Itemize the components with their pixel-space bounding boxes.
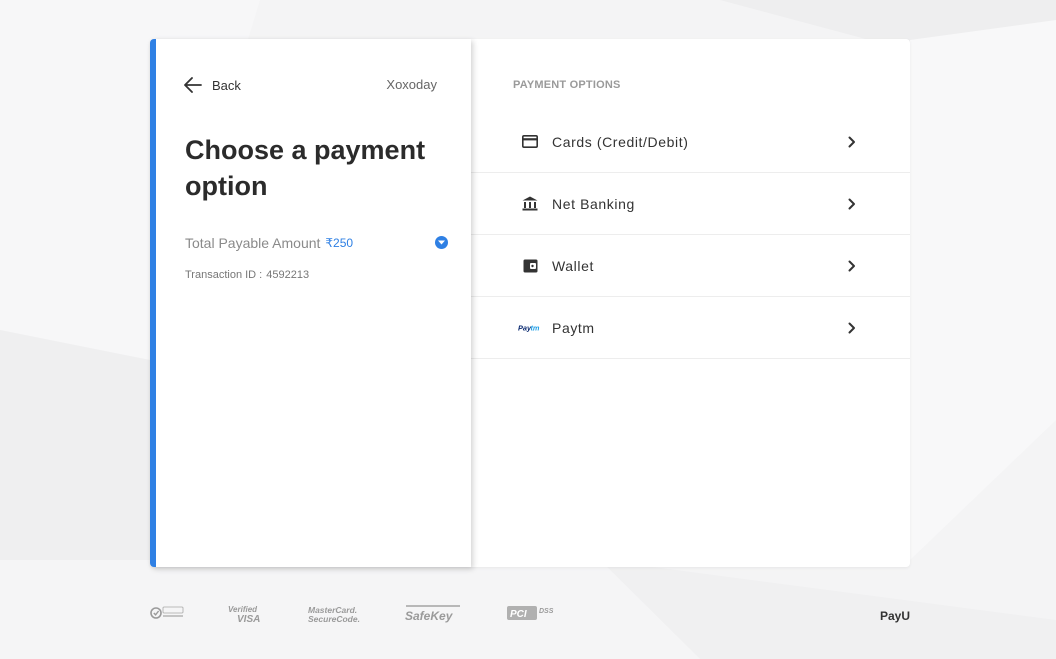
back-label: Back	[212, 77, 241, 93]
transaction-id: Transaction ID :4592213	[185, 269, 309, 281]
svg-text:VISA: VISA	[237, 614, 260, 624]
amount-label: Total Payable Amount	[185, 235, 321, 251]
payment-option-net-banking[interactable]: Net Banking	[471, 173, 910, 235]
expand-details-button[interactable]	[435, 236, 448, 249]
payment-option-label: Wallet	[552, 257, 594, 274]
bank-icon	[518, 194, 542, 214]
amex-safekey-badge: SafeKey	[405, 604, 463, 629]
arrow-left-icon	[184, 77, 202, 93]
chevron-right-icon	[846, 321, 858, 335]
order-summary-panel: Back Xoxoday Choose a payment option Tot…	[150, 39, 471, 567]
svg-text:tm: tm	[530, 323, 539, 332]
paytm-logo: Pay tm	[518, 318, 542, 338]
svg-text:SafeKey: SafeKey	[405, 609, 454, 623]
chevron-right-icon	[846, 197, 858, 211]
chevron-down-icon	[438, 240, 445, 245]
payment-option-label: Net Banking	[552, 195, 635, 212]
payment-option-cards[interactable]: Cards (Credit/Debit)	[471, 111, 910, 173]
svg-text:DSS: DSS	[539, 608, 554, 615]
svg-text:PCI: PCI	[510, 609, 527, 620]
payu-logo: PayU	[879, 609, 910, 623]
chevron-right-icon	[846, 259, 858, 273]
payment-options-list: Cards (Credit/Debit) Net Banking Wallet …	[471, 111, 910, 359]
back-button[interactable]: Back	[184, 77, 241, 93]
payment-option-paytm[interactable]: Pay tm Paytm	[471, 297, 910, 359]
payment-option-label: Paytm	[552, 319, 595, 336]
verified-by-visa-badge: Verified VISA	[228, 604, 266, 629]
pci-dss-badge: PCI DSS	[507, 604, 557, 629]
payment-option-wallet[interactable]: Wallet	[471, 235, 910, 297]
merchant-name: Xoxoday	[386, 77, 437, 92]
amount-row: Total Payable Amount ₹250	[185, 235, 448, 251]
transaction-id-value: 4592213	[266, 269, 310, 281]
payment-option-label: Cards (Credit/Debit)	[552, 133, 689, 150]
credit-card-icon	[518, 132, 542, 152]
mastercard-securecode-badge: MasterCard. SecureCode.	[308, 604, 362, 629]
amount-value: ₹250	[325, 236, 354, 250]
chevron-right-icon	[846, 135, 858, 149]
norton-secured-badge	[150, 604, 184, 627]
security-badges-footer: Verified VISA MasterCard. SecureCode. Sa…	[150, 604, 910, 628]
payment-card: Back Xoxoday Choose a payment option Tot…	[150, 39, 910, 567]
wallet-icon	[518, 256, 542, 276]
page-title: Choose a payment option	[185, 135, 426, 201]
svg-text:SecureCode.: SecureCode.	[308, 614, 360, 624]
payment-options-panel: PAYMENT OPTIONS Cards (Credit/Debit) Net…	[471, 39, 910, 567]
transaction-id-label: Transaction ID :	[185, 269, 263, 281]
svg-text:Verified: Verified	[228, 605, 258, 614]
payment-options-heading: PAYMENT OPTIONS	[513, 79, 621, 91]
